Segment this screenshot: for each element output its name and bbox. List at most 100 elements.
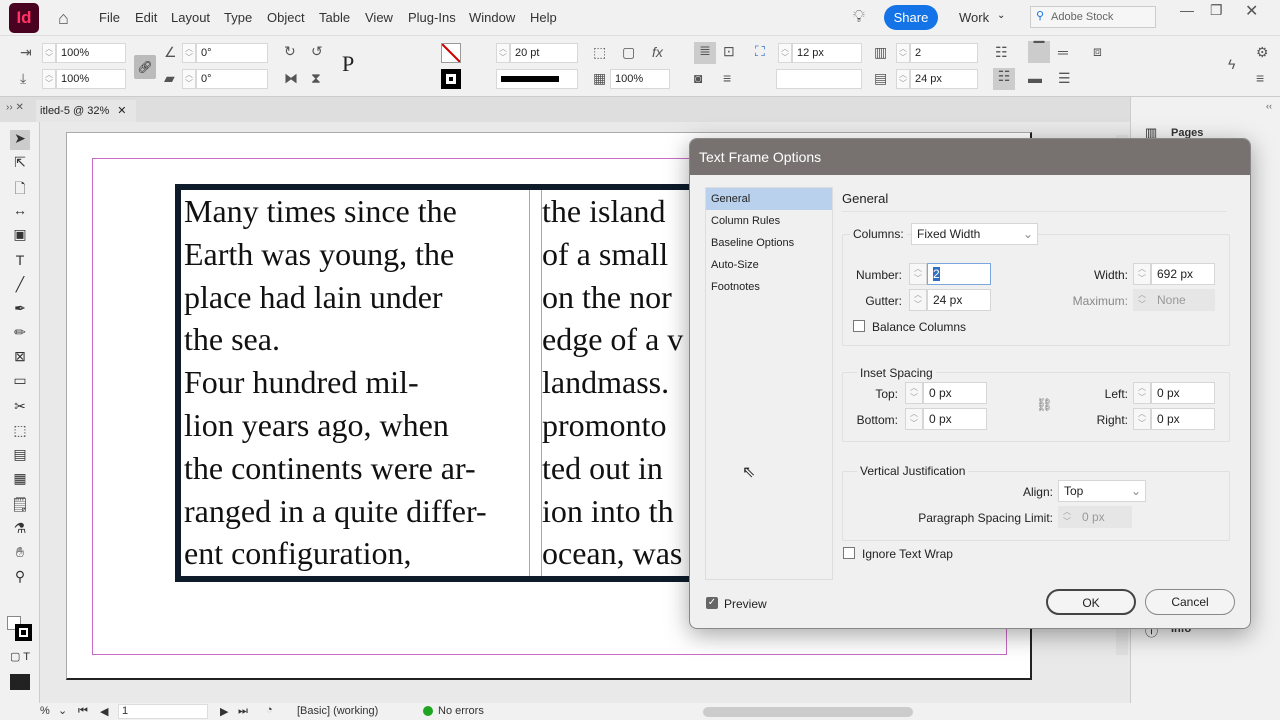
rotate-field[interactable]: 0° xyxy=(196,43,268,63)
close-tab-icon[interactable]: ✕ xyxy=(117,105,126,117)
menu-file[interactable]: File xyxy=(99,10,120,25)
menu-view[interactable]: View xyxy=(365,10,393,25)
adobe-stock-search[interactable]: Adobe Stock xyxy=(1030,6,1156,28)
scale-x-field[interactable]: 100% xyxy=(56,43,126,63)
direct-selection-tool-icon[interactable]: ⇱ xyxy=(10,154,30,174)
menu-type[interactable]: Type xyxy=(224,10,252,25)
selection-tool-icon[interactable]: ➤ xyxy=(10,130,30,150)
pen-tool-icon[interactable]: ✒ xyxy=(10,300,30,320)
panel-menu-icon[interactable]: ≡ xyxy=(1256,70,1264,86)
note-tool-icon[interactable]: 🗒︎ xyxy=(10,496,30,516)
shear-stepper[interactable]: ︿ ﹀ xyxy=(182,69,196,89)
nav-footnotes[interactable]: Footnotes xyxy=(706,276,832,298)
rotate-stepper[interactable]: ︿ ﹀ xyxy=(182,43,196,63)
balance-columns-icon[interactable]: ☷ xyxy=(995,44,1008,61)
rotate-ccw-icon[interactable]: ↺ xyxy=(311,43,323,60)
menu-window[interactable]: Window xyxy=(469,10,515,25)
stroke-weight-field[interactable]: 20 pt xyxy=(510,43,578,63)
corner-options-dropdown[interactable] xyxy=(776,69,862,89)
restore-button[interactable]: ❐ xyxy=(1210,2,1223,19)
align-dropdown[interactable]: Top ⌄ xyxy=(1058,480,1146,502)
gutter-stepper[interactable]: ︿ ﹀ xyxy=(909,289,927,311)
close-button[interactable]: ✕ xyxy=(1245,1,1258,21)
menu-object[interactable]: Object xyxy=(267,10,305,25)
width-field[interactable]: 692 px xyxy=(1151,263,1215,285)
align-bottom-icon[interactable]: ▬ xyxy=(1028,70,1042,86)
eyedropper-tool-icon[interactable]: ⚗ xyxy=(10,520,30,540)
lightbulb-icon[interactable]: 💡︎ xyxy=(853,7,865,27)
fill-swatch[interactable] xyxy=(441,43,461,63)
stroke-color-icon[interactable] xyxy=(15,624,32,641)
unlinked-chain-icon[interactable]: ⛓︎ xyxy=(1036,397,1053,413)
stroke-swatch[interactable] xyxy=(441,69,461,89)
menu-table[interactable]: Table xyxy=(319,10,350,25)
number-stepper[interactable]: ︿ ﹀ xyxy=(909,263,927,285)
gap-tool-icon[interactable]: ↔ xyxy=(10,202,30,222)
drop-shadow-icon[interactable]: ▢ xyxy=(622,44,635,61)
gradient-feather-tool-icon[interactable]: ▦ xyxy=(10,470,30,490)
number-field[interactable]: 2 xyxy=(927,263,991,285)
horizontal-scrollbar[interactable] xyxy=(703,707,913,717)
bottom-field[interactable]: 0 px xyxy=(923,408,987,430)
next-page-icon[interactable]: ▶ xyxy=(220,705,228,718)
width-stepper[interactable]: ︿ ﹀ xyxy=(1133,263,1151,285)
bottom-stepper[interactable]: ︿ ﹀ xyxy=(905,408,923,430)
gradient-swatch-tool-icon[interactable]: ▤ xyxy=(10,446,30,466)
minimize-button[interactable]: — xyxy=(1180,2,1194,18)
scale-x-stepper[interactable]: ︿ ﹀ xyxy=(42,43,56,63)
scale-y-field[interactable]: 100% xyxy=(56,69,126,89)
gear-icon[interactable]: ⚙ xyxy=(1256,44,1269,61)
constrain-link-icon[interactable]: 🔗︎ xyxy=(134,55,156,79)
screen-mode-icon[interactable] xyxy=(10,674,30,690)
first-page-icon[interactable]: ⏮ xyxy=(78,705,88,718)
align-top-icon[interactable]: ▔ xyxy=(1028,41,1050,63)
rectangle-tool-icon[interactable]: ▭ xyxy=(10,372,30,392)
line-tool-icon[interactable]: ╱ xyxy=(10,276,30,296)
home-icon[interactable]: ⌂ xyxy=(58,8,69,29)
stroke-weight-stepper[interactable]: ︿ ﹀ xyxy=(496,43,510,63)
preflight-errors[interactable]: No errors xyxy=(438,705,484,717)
rectangle-frame-tool-icon[interactable]: ⊠ xyxy=(10,348,30,368)
top-stepper[interactable]: ︿ ﹀ xyxy=(905,382,923,404)
left-field[interactable]: 0 px xyxy=(1151,382,1215,404)
nav-column-rules[interactable]: Column Rules xyxy=(706,210,832,232)
zoom-level[interactable]: % xyxy=(40,705,50,717)
nav-baseline-options[interactable]: Baseline Options xyxy=(706,232,832,254)
balance-columns-checkbox[interactable] xyxy=(853,320,865,332)
zoom-dropdown-icon[interactable]: ⌄ xyxy=(58,704,67,717)
effects-fx-icon[interactable]: fx xyxy=(652,44,663,60)
page-tool-icon[interactable]: 🗋︎ xyxy=(10,178,30,198)
cancel-button[interactable]: Cancel xyxy=(1145,589,1235,615)
menu-edit[interactable]: Edit xyxy=(135,10,157,25)
text-wrap-bbox-icon[interactable]: ⊡ xyxy=(723,43,735,60)
right-field[interactable]: 0 px xyxy=(1151,408,1215,430)
inset-field[interactable]: 12 px xyxy=(792,43,862,63)
last-page-icon[interactable]: ⏭ xyxy=(238,705,248,718)
ignore-text-wrap-checkbox[interactable] xyxy=(843,547,855,559)
text-wrap-none-icon[interactable]: ≣ xyxy=(694,42,716,64)
pencil-tool-icon[interactable]: ✏ xyxy=(10,324,30,344)
collapse-panels-icon[interactable]: ‹‹ xyxy=(1266,101,1272,111)
span-columns-icon[interactable]: ☷ xyxy=(993,68,1015,90)
left-stepper[interactable]: ︿ ﹀ xyxy=(1133,382,1151,404)
formatting-affects-text-icon[interactable]: ▢ T xyxy=(10,650,30,670)
columns-dropdown[interactable]: Fixed Width ⌄ xyxy=(911,223,1038,245)
type-tool-icon[interactable]: T xyxy=(10,252,30,272)
content-collector-icon[interactable]: ▣ xyxy=(10,226,30,246)
preflight-profile[interactable]: [Basic] (working) xyxy=(297,705,378,717)
menu-layout[interactable]: Layout xyxy=(171,10,210,25)
top-field[interactable]: 0 px xyxy=(923,382,987,404)
columns-field[interactable]: 2 xyxy=(910,43,978,63)
nav-auto-size[interactable]: Auto-Size xyxy=(706,254,832,276)
expand-toolbar-icon[interactable]: ›› ✕ xyxy=(6,102,24,113)
zoom-tool-icon[interactable]: ⚲ xyxy=(10,568,30,588)
scissors-tool-icon[interactable]: ✂ xyxy=(10,398,30,418)
rotate-cw-icon[interactable]: ↻ xyxy=(284,43,296,60)
flip-vertical-icon[interactable]: ⧗ xyxy=(311,70,321,87)
preview-checkbox[interactable]: ✓ xyxy=(706,597,718,609)
text-wrap-jump-icon[interactable]: ≡ xyxy=(723,70,731,86)
gutter-field[interactable]: 24 px xyxy=(927,289,991,311)
free-transform-tool-icon[interactable]: ⬚ xyxy=(10,422,30,442)
frame-fitting-icon[interactable]: ⬚ xyxy=(593,44,606,61)
nav-general[interactable]: General xyxy=(706,188,832,210)
